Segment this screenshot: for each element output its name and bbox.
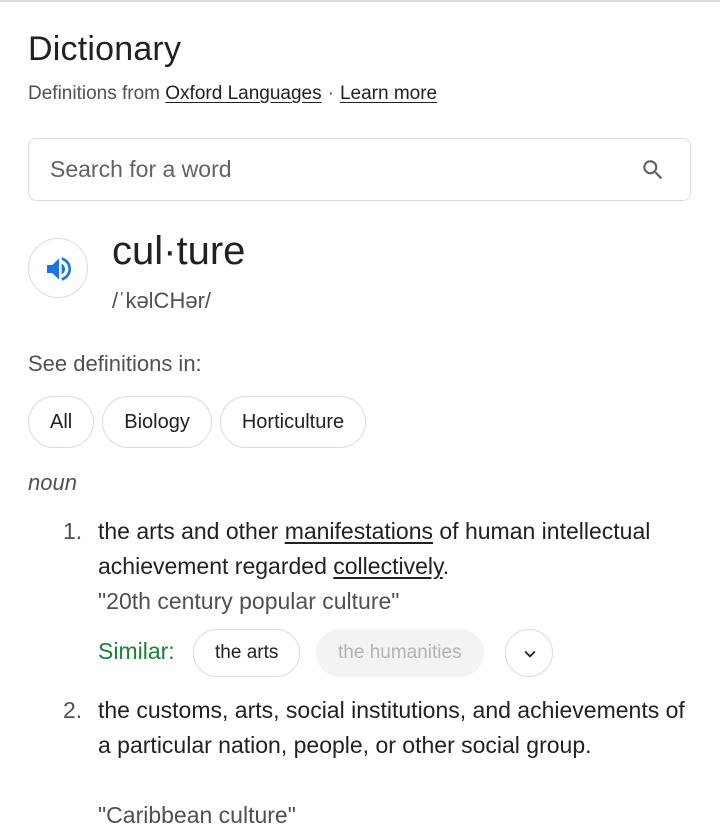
search-box bbox=[28, 138, 691, 201]
part-of-speech: noun bbox=[28, 470, 77, 495]
similar-label: Similar: bbox=[98, 638, 175, 664]
definition-text-part: . bbox=[442, 553, 450, 579]
source-prefix: Definitions from bbox=[28, 83, 160, 104]
definition-example: "Caribbean culture" bbox=[98, 802, 296, 828]
similar-chip-the-arts[interactable]: the arts bbox=[193, 629, 301, 677]
definition-number: 1. bbox=[63, 518, 83, 544]
oxford-languages-link[interactable]: Oxford Languages bbox=[165, 83, 321, 104]
speaker-icon bbox=[47, 257, 71, 281]
chevron-down-icon bbox=[524, 650, 536, 658]
search-icon[interactable] bbox=[640, 157, 666, 183]
manifestations-link[interactable]: manifestations bbox=[285, 518, 433, 544]
collectively-link[interactable]: collectively bbox=[333, 553, 443, 579]
expand-similar-button[interactable] bbox=[505, 629, 553, 677]
phonetic-spelling: /ˈkəlCHər/ bbox=[112, 288, 212, 313]
separator: · bbox=[327, 83, 334, 104]
dictionary-title: Dictionary bbox=[28, 30, 182, 68]
definition-text: the arts and other manifestations of hum… bbox=[98, 514, 688, 584]
source-line: Definitions from Oxford Languages · Learn … bbox=[28, 83, 437, 105]
similar-chip-the-humanities[interactable]: the humanities bbox=[316, 629, 484, 677]
see-definitions-label: See definitions in: bbox=[28, 351, 202, 376]
chip-biology[interactable]: Biology bbox=[102, 396, 212, 448]
top-divider bbox=[0, 0, 720, 2]
definition-text-part: the arts and other bbox=[98, 518, 285, 544]
definition-domain-chips: All Biology Horticulture bbox=[28, 396, 367, 448]
pronunciation-audio-button[interactable] bbox=[28, 238, 88, 298]
definition-number: 2. bbox=[63, 697, 83, 723]
headword: cul·ture bbox=[112, 229, 246, 273]
chip-all[interactable]: All bbox=[28, 396, 95, 448]
definition-text: the customs, arts, social institutions, … bbox=[98, 697, 685, 758]
definition-example: "20th century popular culture" bbox=[98, 588, 400, 614]
learn-more-link[interactable]: Learn more bbox=[340, 83, 437, 104]
search-input[interactable] bbox=[50, 139, 610, 200]
chip-horticulture[interactable]: Horticulture bbox=[219, 396, 367, 448]
